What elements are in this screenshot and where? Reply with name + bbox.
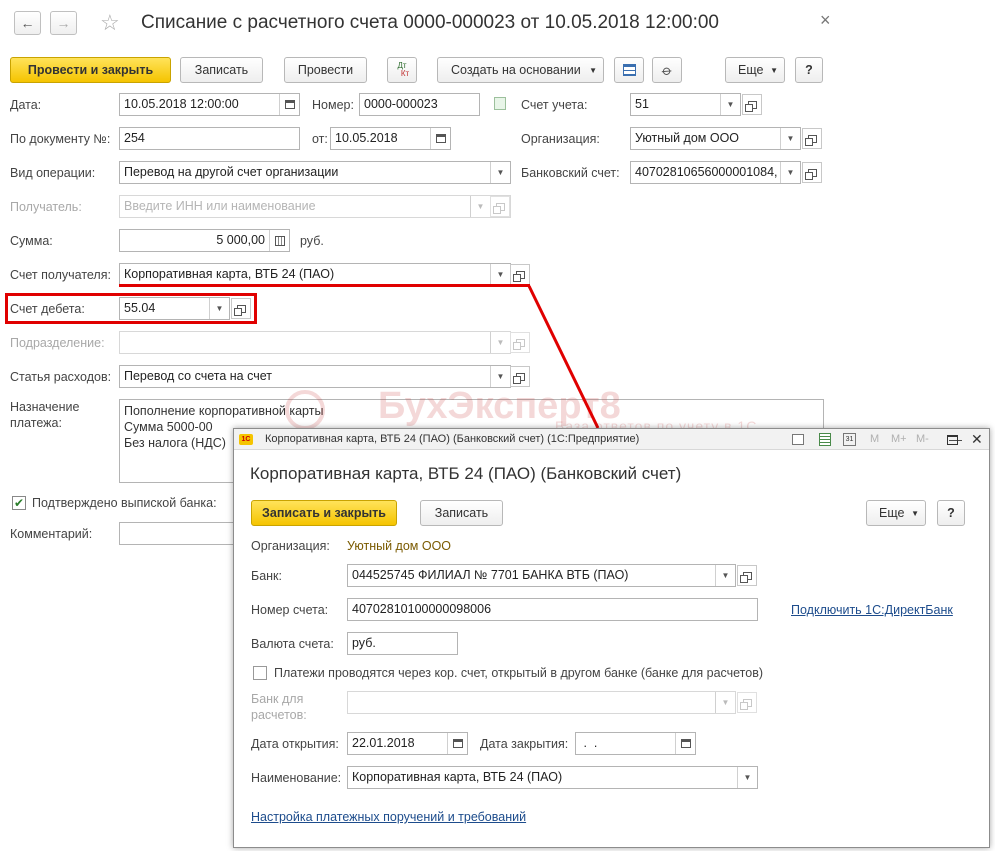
popup-bank-field[interactable]: 044525745 ФИЛИАЛ № 7701 БАНКА ВТБ (ПАО) … [347, 564, 736, 587]
direct-bank-link[interactable]: Подключить 1С:ДиректБанк [791, 603, 953, 617]
calendar-icon[interactable]: 31 [843, 433, 856, 446]
popup-bank-label: Банк: [251, 569, 282, 583]
popup-bank-open-button[interactable] [737, 565, 757, 586]
settle-bank-label-line2: расчетов: [251, 708, 307, 722]
popup-acc-no-value: 40702810100000098006 [352, 602, 492, 616]
name-value: Корпоративная карта, ВТБ 24 (ПАО) [352, 770, 563, 784]
popup-bar-title: Корпоративная карта, ВТБ 24 (ПАО) (Банко… [265, 433, 640, 445]
popup-currency-label: Валюта счета: [251, 637, 334, 651]
corr-account-checkbox[interactable] [253, 666, 267, 680]
open-date-field[interactable]: 22.01.2018 [347, 732, 468, 755]
chevron-down-icon[interactable]: ▼ [715, 692, 735, 713]
settle-bank-field[interactable]: ▼ [347, 691, 736, 714]
calendar-icon[interactable] [675, 733, 695, 754]
table-icon[interactable] [819, 433, 831, 446]
popup-bank-value: 044525745 ФИЛИАЛ № 7701 БАНКА ВТБ (ПАО) [352, 568, 629, 582]
calendar-icon[interactable] [447, 733, 467, 754]
name-label: Наименование: [251, 771, 342, 785]
open-date-label: Дата открытия: [251, 737, 339, 751]
memory-minus-icon[interactable]: M- [916, 429, 929, 450]
popup-currency-field[interactable]: руб. [347, 632, 458, 655]
popup-heading: Корпоративная карта, ВТБ 24 (ПАО) (Банко… [250, 464, 682, 483]
settle-bank-label-line1: Банк для [251, 692, 304, 706]
bank-account-popup: 1С Корпоративная карта, ВТБ 24 (ПАО) (Ба… [233, 428, 990, 848]
chevron-down-icon[interactable]: ▼ [715, 565, 735, 586]
open-icon [739, 571, 752, 583]
memory-icon[interactable]: M [870, 429, 879, 450]
chevron-down-icon[interactable]: ▼ [737, 767, 757, 788]
print-icon[interactable] [792, 434, 804, 445]
open-icon [739, 698, 752, 710]
memory-plus-icon[interactable]: M+ [891, 429, 907, 450]
payment-settings-link[interactable]: Настройка платежных поручений и требован… [251, 810, 526, 824]
close-date-label: Дата закрытия: [480, 737, 569, 751]
app-logo-icon: 1С [239, 434, 253, 445]
more-label: Еще [879, 506, 905, 520]
chevron-down-icon: ▼ [911, 508, 919, 518]
name-field[interactable]: Корпоративная карта, ВТБ 24 (ПАО) ▼ [347, 766, 758, 789]
close-date-field[interactable]: . . [575, 732, 696, 755]
corr-account-label: Платежи проводятся через кор. счет, откр… [274, 666, 764, 680]
popup-more-button[interactable]: Еще ▼ [866, 500, 926, 526]
popup-acc-no-field[interactable]: 40702810100000098006 [347, 598, 758, 621]
popup-currency-value: руб. [352, 636, 376, 650]
save-and-close-button[interactable]: Записать и закрыть [251, 500, 397, 526]
popup-save-button[interactable]: Записать [420, 500, 503, 526]
popup-org-label: Организация: [251, 539, 330, 553]
popup-help-button[interactable]: ? [937, 500, 965, 526]
popup-org-value: Уютный дом ООО [347, 539, 452, 553]
popup-titlebar: 1С Корпоративная карта, ВТБ 24 (ПАО) (Ба… [234, 429, 989, 450]
close-icon[interactable]: ✕ [971, 429, 983, 450]
settle-bank-open-button[interactable] [737, 692, 757, 713]
popup-acc-no-label: Номер счета: [251, 603, 329, 617]
maximize-icon[interactable] [947, 435, 958, 445]
